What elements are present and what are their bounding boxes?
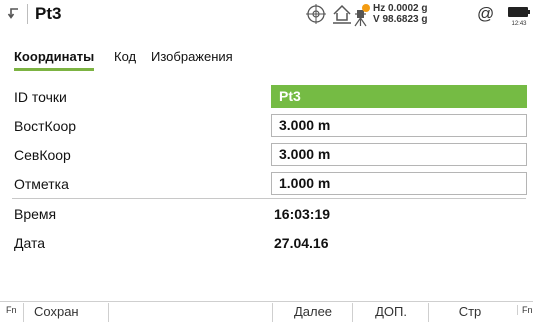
tab-images[interactable]: Изображения [151,49,233,64]
point-id-label: ID точки [14,89,67,105]
easting-field[interactable]: 3.000 m [271,114,527,137]
point-id-field[interactable]: Pt3 [271,85,527,108]
next-button[interactable]: Далее [272,303,353,322]
fn-key-right[interactable]: Fn [517,305,533,315]
hz-readout: Hz 0.0002 g [373,3,428,14]
northing-field[interactable]: 3.000 m [271,143,527,166]
empty-softkey[interactable] [108,303,273,322]
easting-label: ВостКоор [14,118,77,134]
time-value: 16:03:19 [274,206,331,222]
target-tracking-icon[interactable] [305,2,327,31]
title-bar: Pt3 Hz 0.0002 g V 98.6823 g @ 12:43 [0,0,533,30]
section-divider [12,198,526,199]
northing-label: СевКоор [14,147,71,163]
fn-key-left[interactable]: Fn [6,305,17,315]
back-arrow-icon[interactable] [6,4,24,24]
title-divider [27,4,28,24]
date-label: Дата [14,235,46,251]
tab-coordinates[interactable]: Координаты [14,49,95,71]
page-title: Pt3 [35,4,62,23]
battery-time: 12:43 [511,21,527,27]
v-readout: V 98.6823 g [373,14,428,25]
at-connection-indicator[interactable]: @ [477,4,494,24]
page-button[interactable]: Стр [428,303,511,322]
angle-readout: Hz 0.0002 g V 98.6823 g [373,3,427,25]
save-button[interactable]: Сохран [23,303,108,322]
tab-code[interactable]: Код [114,49,136,64]
instrument-warning-icon[interactable] [350,2,372,33]
time-label: Время [14,206,57,222]
date-value: 27.04.16 [274,235,329,251]
more-button[interactable]: ДОП. [352,303,429,322]
height-field[interactable]: 1.000 m [271,172,527,195]
battery-icon: 12:43 [506,4,532,33]
height-label: Отметка [14,176,69,192]
